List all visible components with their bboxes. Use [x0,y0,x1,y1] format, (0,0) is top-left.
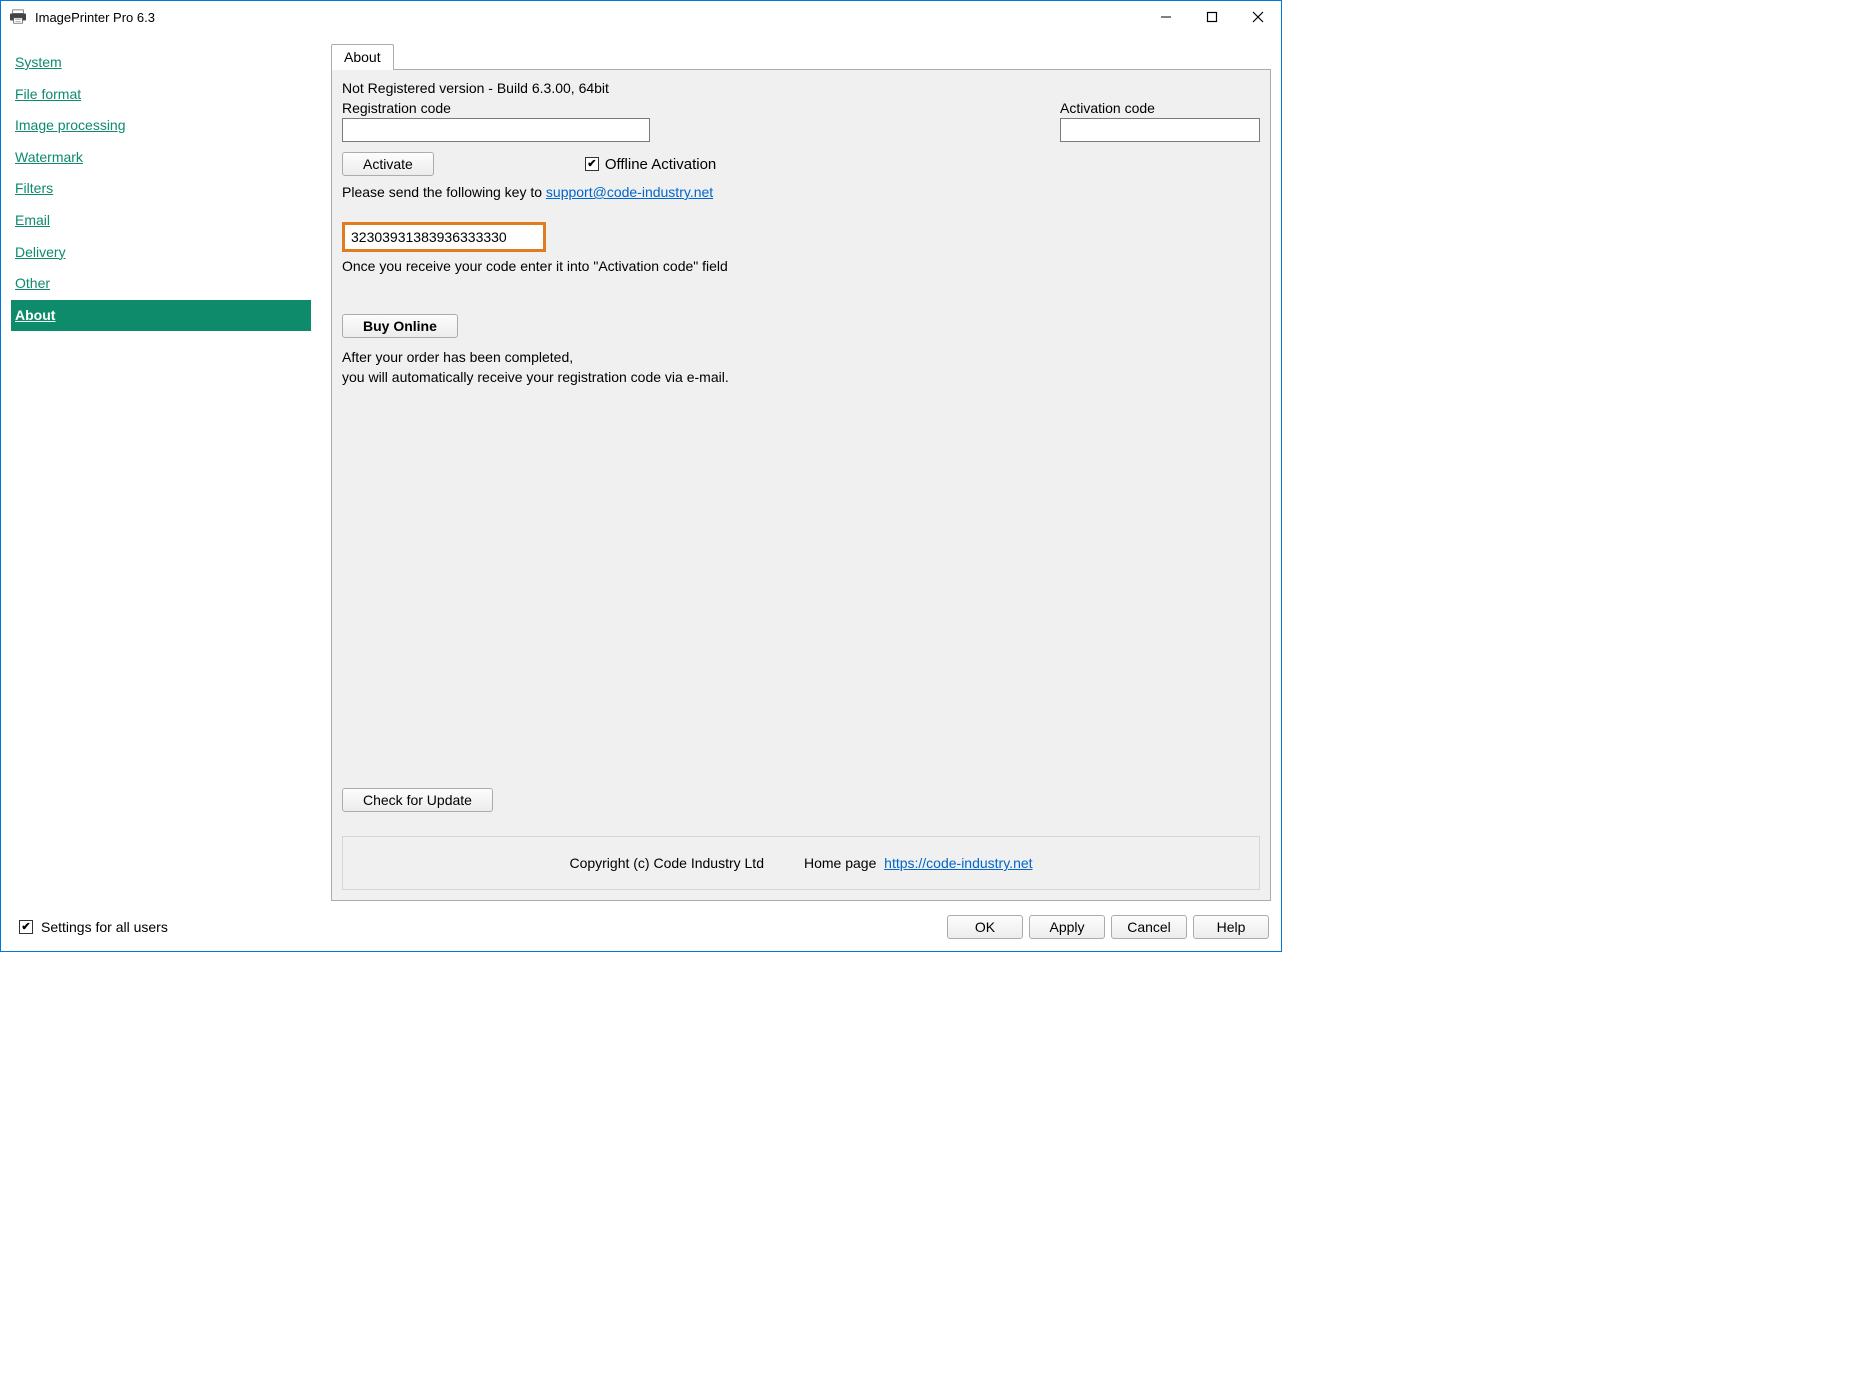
tab-about[interactable]: About [331,44,394,70]
buy-online-button[interactable]: Buy Online [342,314,458,338]
offline-key-box[interactable]: 32303931383936333330 [342,222,546,252]
activation-code-input[interactable] [1060,118,1260,142]
activation-code-label: Activation code [1060,100,1260,116]
body: System File format Image processing Wate… [1,33,1281,901]
order-info-text: After your order has been completed, you… [342,348,1260,387]
settings-for-all-users-checkbox[interactable]: Settings for all users [19,919,168,935]
sidebar-item-about[interactable]: About [11,300,311,332]
support-email-link[interactable]: support@code-industry.net [546,184,713,200]
footer-box: Copyright (c) Code Industry Ltd Home pag… [342,836,1260,890]
cancel-button[interactable]: Cancel [1111,915,1187,939]
sidebar-item-file-format[interactable]: File format [11,79,311,111]
printer-icon [9,9,27,25]
sidebar-item-email[interactable]: Email [11,205,311,237]
settings-all-label: Settings for all users [41,919,168,935]
version-text: Not Registered version - Build 6.3.00, 6… [342,80,1260,96]
about-panel: Not Registered version - Build 6.3.00, 6… [331,69,1271,901]
checkbox-icon [19,920,33,934]
ok-button[interactable]: OK [947,915,1023,939]
window-title: ImagePrinter Pro 6.3 [35,10,155,25]
dialog-buttons: OK Apply Cancel Help [947,915,1269,939]
homepage-link[interactable]: https://code-industry.net [884,855,1032,871]
window-controls [1143,1,1281,33]
sidebar-item-image-processing[interactable]: Image processing [11,110,311,142]
apply-button[interactable]: Apply [1029,915,1105,939]
sidebar: System File format Image processing Wate… [11,43,311,901]
registration-code-label: Registration code [342,100,650,116]
sidebar-item-system[interactable]: System [11,47,311,79]
activate-button[interactable]: Activate [342,152,434,176]
offline-activation-label: Offline Activation [605,156,716,173]
sidebar-item-filters[interactable]: Filters [11,173,311,205]
tab-header: About [331,43,1271,69]
maximize-button[interactable] [1189,1,1235,33]
offline-activation-checkbox[interactable]: Offline Activation [585,156,716,173]
close-button[interactable] [1235,1,1281,33]
enter-code-instruction: Once you receive your code enter it into… [342,258,1260,274]
copyright-text: Copyright (c) Code Industry Ltd [569,855,764,871]
minimize-button[interactable] [1143,1,1189,33]
homepage-text: Home page https://code-industry.net [804,855,1033,871]
sidebar-item-watermark[interactable]: Watermark [11,142,311,174]
titlebar: ImagePrinter Pro 6.3 [1,1,1281,33]
bottom-bar: Settings for all users OK Apply Cancel H… [1,901,1281,951]
send-key-instruction: Please send the following key to support… [342,184,1260,200]
main: About Not Registered version - Build 6.3… [331,43,1271,901]
sidebar-item-delivery[interactable]: Delivery [11,237,311,269]
help-button[interactable]: Help [1193,915,1269,939]
app-window: ImagePrinter Pro 6.3 System File format … [0,0,1282,952]
check-for-update-button[interactable]: Check for Update [342,788,493,812]
registration-code-input[interactable] [342,118,650,142]
sidebar-item-other[interactable]: Other [11,268,311,300]
checkbox-icon [585,157,599,171]
